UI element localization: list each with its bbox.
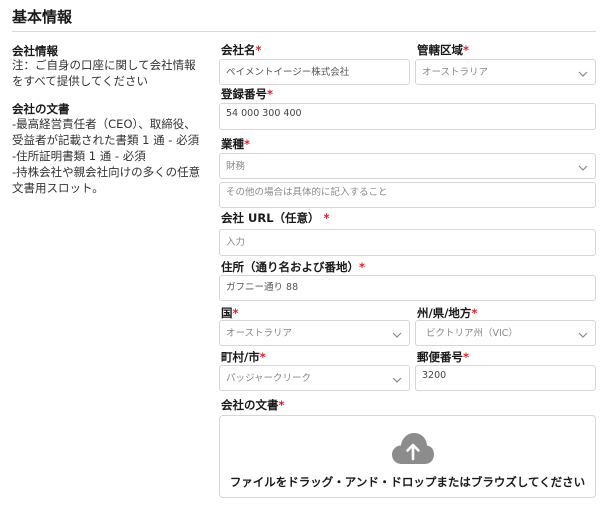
city-label: 町村/市* <box>221 350 266 364</box>
country-label: 国* <box>221 306 239 320</box>
documents-req-line-5: 文書用スロット。 <box>12 181 104 195</box>
industry-select[interactable]: 財務 <box>219 153 596 179</box>
city-value: パッジャークリーク <box>226 373 312 384</box>
section-divider <box>12 31 596 32</box>
industry-other-textbox[interactable] <box>226 187 589 198</box>
chevron-down-icon <box>578 165 588 171</box>
company-url-input[interactable] <box>219 229 596 256</box>
file-upload-dropzone[interactable]: ファイルをドラッグ・アンド・ドロップまたはブラウズしてください <box>219 415 596 498</box>
required-marker: * <box>244 137 251 151</box>
required-marker: * <box>359 260 366 274</box>
required-marker: * <box>267 87 274 101</box>
required-marker: * <box>471 306 478 320</box>
company-name-label: 会社名* <box>221 43 262 57</box>
jurisdiction-value: オーストラリア <box>422 67 489 78</box>
address-field[interactable]: ガフニー通り 88 <box>219 275 596 301</box>
postcode-label: 郵便番号* <box>417 350 470 364</box>
company-url-textbox[interactable] <box>226 237 589 248</box>
documents-req-line-3: -住所証明書類 1 通 - 必須 <box>12 149 146 163</box>
postcode-field[interactable]: 3200 <box>415 365 596 391</box>
jurisdiction-select[interactable]: オーストラリア <box>415 59 596 85</box>
section-title: 基本情報 <box>12 8 73 26</box>
company-info-desc-line-1: 注：ご自身の口座に関して会社情報 <box>12 58 196 72</box>
upload-instruction: ファイルをドラッグ・アンド・ドロップまたはブラウズしてください <box>229 475 586 489</box>
state-value: ビクトリア州（VIC） <box>426 328 518 339</box>
state-label: 州/県/地方* <box>417 306 478 320</box>
required-marker: * <box>323 211 330 225</box>
address-value: ガフニー通り 88 <box>226 282 299 293</box>
cloud-upload-icon <box>392 433 434 464</box>
company-name-field[interactable]: ペイメントイージー株式会社 <box>219 59 410 85</box>
registration-number-label: 登録番号* <box>221 87 274 101</box>
company-url-label: 会社 URL（任意） * <box>221 211 330 225</box>
company-name-value: ペイメントイージー株式会社 <box>226 67 350 78</box>
documents-label: 会社の文書* <box>221 398 285 412</box>
postcode-value: 3200 <box>422 370 447 381</box>
industry-label: 業種* <box>221 137 251 151</box>
company-info-desc-line-2: をすべて提供してください <box>12 74 149 88</box>
documents-title: 会社の文書 <box>12 102 70 116</box>
industry-other-input[interactable] <box>219 182 596 208</box>
required-marker: * <box>463 350 470 364</box>
documents-req-line-4: -持株会社や親会社向けの多くの任意 <box>12 165 201 179</box>
chevron-down-icon <box>392 332 402 338</box>
required-marker: * <box>278 398 285 412</box>
industry-value: 財務 <box>226 161 246 172</box>
chevron-down-icon <box>578 332 588 338</box>
required-marker: * <box>259 350 266 364</box>
required-marker: * <box>255 43 262 57</box>
registration-number-value: 54 000 300 400 <box>226 108 302 119</box>
country-value: オーストラリア <box>226 328 293 339</box>
documents-req-line-2: 受益者が記載された書類 1 通 - 必須 <box>12 133 200 147</box>
chevron-down-icon <box>392 377 402 383</box>
required-marker: * <box>463 43 470 57</box>
required-marker: * <box>232 306 239 320</box>
documents-req-line-1: -最高経営責任者（CEO）、取締役、 <box>12 117 196 131</box>
state-select[interactable]: ビクトリア州（VIC） <box>415 320 596 346</box>
city-select[interactable]: パッジャークリーク <box>219 365 410 391</box>
jurisdiction-label: 管轄区域* <box>417 43 470 57</box>
country-select[interactable]: オーストラリア <box>219 320 410 346</box>
registration-number-field[interactable]: 54 000 300 400 <box>219 103 596 130</box>
address-label: 住所（通り名および番地）* <box>221 260 366 274</box>
chevron-down-icon <box>578 71 588 77</box>
